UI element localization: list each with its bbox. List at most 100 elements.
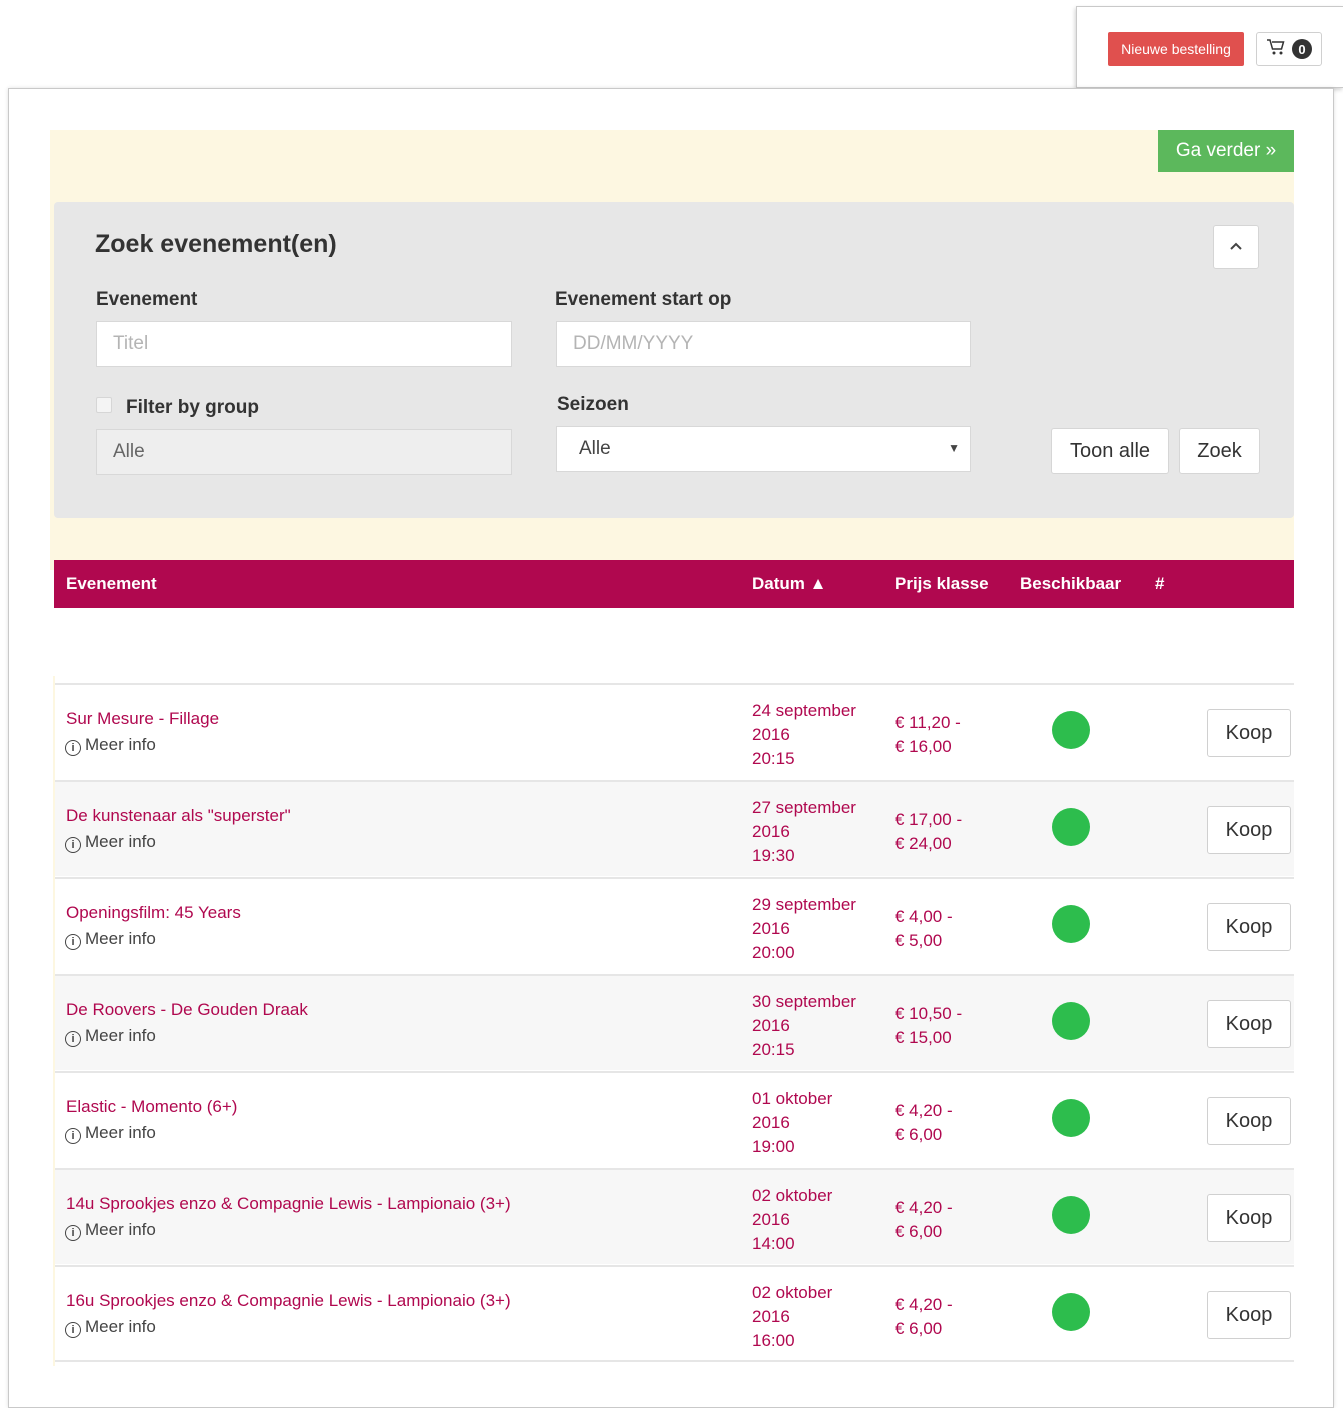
price-range: € 4,00 - € 5,00 bbox=[895, 905, 953, 953]
more-info-link[interactable]: i Meer info bbox=[65, 832, 156, 853]
table-header: Evenement Datum ▲ Prijs klasse Beschikba… bbox=[54, 560, 1294, 608]
table-row: 14u Sprookjes enzo & Compagnie Lewis - L… bbox=[55, 1168, 1294, 1264]
table-row: Openingsfilm: 45 Years i Meer info 29 septe… bbox=[55, 877, 1294, 973]
more-info-link[interactable]: i Meer info bbox=[65, 1220, 156, 1241]
event-label: Evenement bbox=[96, 289, 198, 310]
cart-count-badge: 0 bbox=[1292, 39, 1312, 59]
event-name-link[interactable]: De Roovers - De Gouden Draak bbox=[66, 1000, 308, 1020]
info-icon: i bbox=[65, 1322, 81, 1338]
show-all-button[interactable]: Toon alle bbox=[1051, 428, 1169, 474]
date-year: 2016 bbox=[752, 822, 790, 841]
date-day: 02 oktober bbox=[752, 1283, 833, 1302]
event-date: 30 september 2016 20:15 bbox=[752, 990, 856, 1062]
price-to: € 15,00 bbox=[895, 1028, 952, 1047]
more-info-link[interactable]: i Meer info bbox=[65, 929, 156, 950]
date-time: 20:15 bbox=[752, 749, 795, 768]
price-from: € 4,00 - bbox=[895, 907, 953, 926]
event-name-link[interactable]: 14u Sprookjes enzo & Compagnie Lewis - L… bbox=[66, 1194, 511, 1214]
availability-indicator bbox=[1052, 808, 1090, 846]
event-title-input[interactable] bbox=[96, 321, 512, 367]
date-year: 2016 bbox=[752, 919, 790, 938]
table-row: Elastic - Momento (6+) i Meer info 01 oktob… bbox=[55, 1071, 1294, 1167]
event-name-link[interactable]: 16u Sprookjes enzo & Compagnie Lewis - L… bbox=[66, 1291, 511, 1311]
date-year: 2016 bbox=[752, 1210, 790, 1229]
more-info-link[interactable]: i Meer info bbox=[65, 735, 156, 756]
continue-button[interactable]: Ga verder » bbox=[1158, 130, 1294, 172]
column-price[interactable]: Prijs klasse bbox=[895, 574, 989, 594]
info-icon: i bbox=[65, 1128, 81, 1144]
buy-button[interactable]: Koop bbox=[1207, 1194, 1291, 1242]
event-name-link[interactable]: Openingsfilm: 45 Years bbox=[66, 903, 241, 923]
more-info-link[interactable]: i Meer info bbox=[65, 1123, 156, 1144]
date-time: 14:00 bbox=[752, 1234, 795, 1253]
filter-group-checkbox[interactable] bbox=[96, 397, 112, 413]
more-info-link[interactable]: i Meer info bbox=[65, 1317, 156, 1338]
date-time: 19:00 bbox=[752, 1137, 795, 1156]
more-info-label: Meer info bbox=[85, 1026, 156, 1045]
price-range: € 4,20 - € 6,00 bbox=[895, 1099, 953, 1147]
chevron-up-icon bbox=[1229, 238, 1243, 256]
buy-button[interactable]: Koop bbox=[1207, 1291, 1291, 1339]
search-button[interactable]: Zoek bbox=[1179, 428, 1260, 474]
season-select-value: Alle bbox=[579, 438, 611, 459]
table-row: De Roovers - De Gouden Draak i Meer info 30… bbox=[55, 974, 1294, 1070]
start-date-label: Evenement start op bbox=[555, 289, 732, 310]
date-day: 24 september bbox=[752, 701, 856, 720]
price-range: € 10,50 - € 15,00 bbox=[895, 1002, 962, 1050]
table-row: Sur Mesure - Fillage i Meer info 24 septemb… bbox=[55, 683, 1294, 779]
more-info-link[interactable]: i Meer info bbox=[65, 1026, 156, 1047]
date-time: 20:00 bbox=[752, 943, 795, 962]
column-available[interactable]: Beschikbaar bbox=[1020, 574, 1121, 594]
event-date: 01 oktober 2016 19:00 bbox=[752, 1087, 832, 1159]
date-day: 27 september bbox=[752, 798, 856, 817]
event-date: 24 september 2016 20:15 bbox=[752, 699, 856, 771]
new-order-button[interactable]: Nieuwe bestelling bbox=[1108, 32, 1244, 66]
buy-button[interactable]: Koop bbox=[1207, 903, 1291, 951]
availability-indicator bbox=[1052, 905, 1090, 943]
column-event[interactable]: Evenement bbox=[66, 574, 157, 594]
more-info-label: Meer info bbox=[85, 735, 156, 754]
buy-button[interactable]: Koop bbox=[1207, 709, 1291, 757]
season-label: Seizoen bbox=[557, 394, 629, 415]
buy-button[interactable]: Koop bbox=[1207, 1000, 1291, 1048]
price-to: € 16,00 bbox=[895, 737, 952, 756]
buy-button[interactable]: Koop bbox=[1207, 806, 1291, 854]
date-year: 2016 bbox=[752, 1016, 790, 1035]
cart-button[interactable]: 0 bbox=[1256, 32, 1322, 66]
info-icon: i bbox=[65, 1225, 81, 1241]
price-from: € 4,20 - bbox=[895, 1101, 953, 1120]
info-icon: i bbox=[65, 1031, 81, 1047]
more-info-label: Meer info bbox=[85, 1317, 156, 1336]
price-from: € 4,20 - bbox=[895, 1295, 953, 1314]
info-icon: i bbox=[65, 934, 81, 950]
availability-indicator bbox=[1052, 1099, 1090, 1137]
price-from: € 11,20 - bbox=[895, 713, 961, 732]
table-row: De kunstenaar als "superster" i Meer info 2… bbox=[55, 780, 1294, 876]
price-from: € 4,20 - bbox=[895, 1198, 953, 1217]
price-from: € 10,50 - bbox=[895, 1004, 963, 1023]
more-info-label: Meer info bbox=[85, 1220, 156, 1239]
column-date[interactable]: Datum ▲ bbox=[752, 574, 826, 594]
group-select: Alle bbox=[96, 429, 512, 475]
start-date-input[interactable] bbox=[556, 321, 971, 367]
event-name-link[interactable]: De kunstenaar als "superster" bbox=[66, 806, 291, 826]
price-range: € 11,20 - € 16,00 bbox=[895, 711, 961, 759]
info-icon: i bbox=[65, 740, 81, 756]
buy-button[interactable]: Koop bbox=[1207, 1097, 1291, 1145]
price-to: € 6,00 bbox=[895, 1319, 943, 1338]
availability-indicator bbox=[1052, 1002, 1090, 1040]
date-year: 2016 bbox=[752, 1113, 790, 1132]
date-year: 2016 bbox=[752, 1307, 790, 1326]
date-day: 30 september bbox=[752, 992, 856, 1011]
season-select[interactable]: Alle ▼ bbox=[556, 426, 971, 472]
date-day: 01 oktober bbox=[752, 1089, 833, 1108]
date-day: 29 september bbox=[752, 895, 856, 914]
event-date: 02 oktober 2016 16:00 bbox=[752, 1281, 832, 1353]
price-range: € 4,20 - € 6,00 bbox=[895, 1196, 953, 1244]
info-icon: i bbox=[65, 837, 81, 853]
date-time: 19:30 bbox=[752, 846, 795, 865]
event-name-link[interactable]: Elastic - Momento (6+) bbox=[66, 1097, 237, 1117]
event-date: 02 oktober 2016 14:00 bbox=[752, 1184, 832, 1256]
event-name-link[interactable]: Sur Mesure - Fillage bbox=[66, 709, 219, 729]
collapse-button[interactable] bbox=[1213, 225, 1259, 269]
